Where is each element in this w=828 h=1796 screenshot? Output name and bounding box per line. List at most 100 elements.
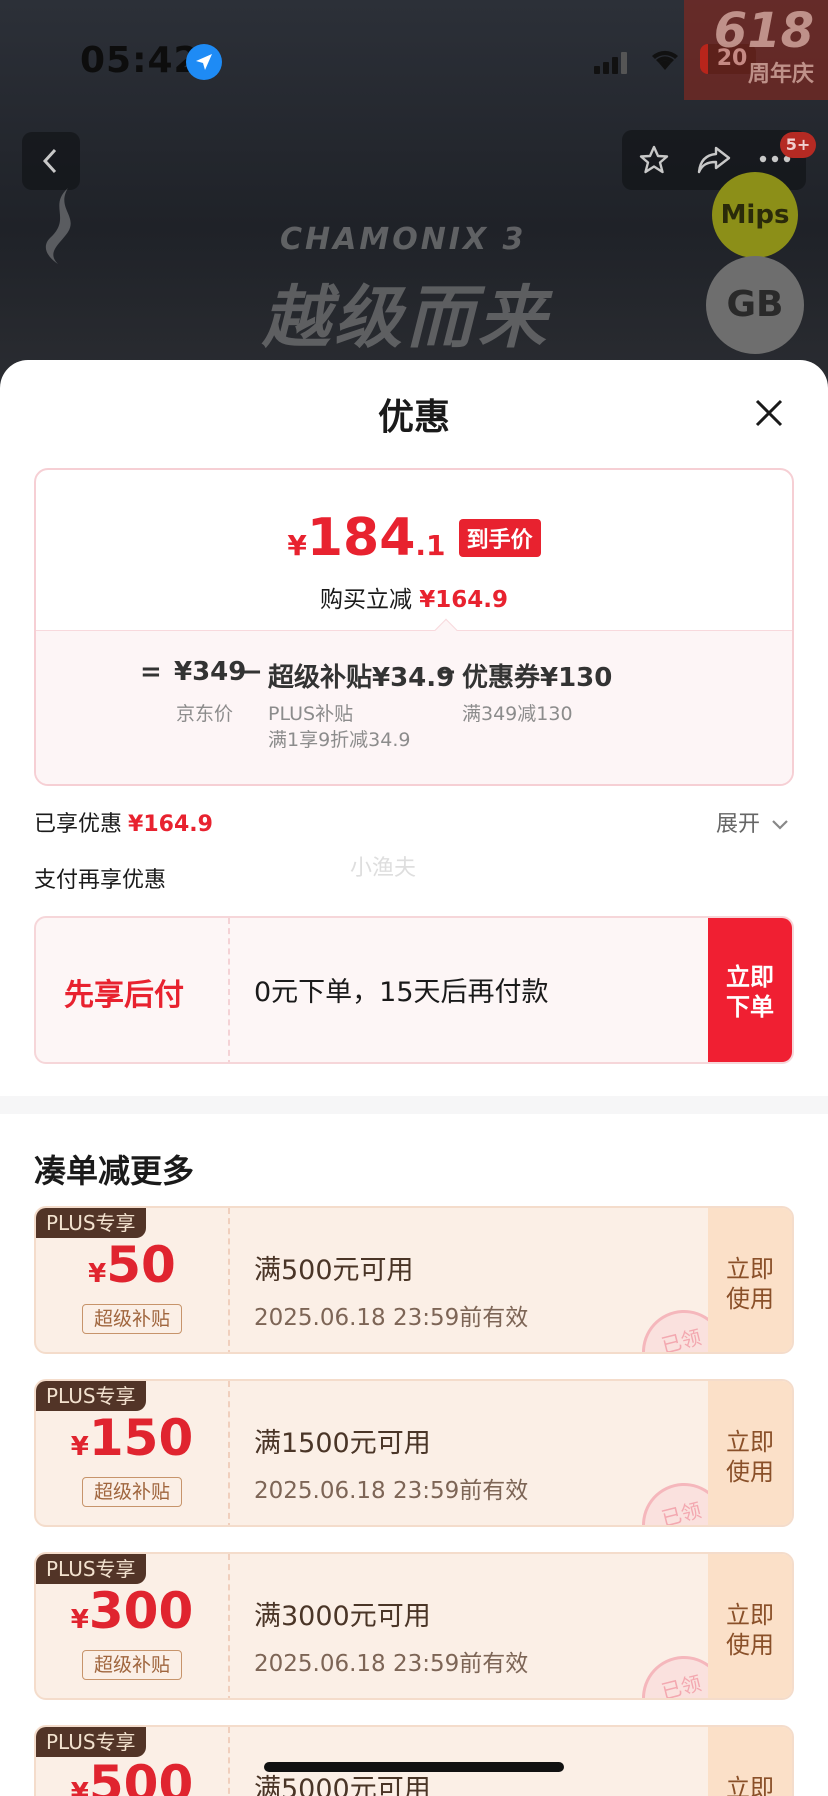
use-now-button[interactable]: 立即	[708, 1727, 792, 1796]
coupon-amount-value: 300	[88, 1582, 194, 1640]
coupon-validity: 2025.06.18 23:59前有效	[254, 1305, 529, 1331]
plus-badge: PLUS专享	[36, 1381, 146, 1411]
coupon-amount: ¥50	[36, 1236, 228, 1294]
promo-subtitle: CHAMONIX 3	[280, 222, 527, 257]
instant-reduce-row: 购买立减 ¥164.9	[36, 580, 792, 614]
plus-badge: PLUS专享	[36, 1554, 146, 1584]
final-price: ¥184.1	[287, 508, 445, 568]
final-price-tag: 到手价	[458, 519, 541, 557]
final-price-decimal: .1	[415, 529, 446, 562]
discount-sheet: 优惠 ¥184.1 到手价 购买立减 ¥164.9 = ¥349 京东价 − 超…	[0, 360, 828, 1796]
order-now-label-line2: 下单	[726, 993, 774, 1021]
status-time: 05:42	[80, 40, 200, 81]
expand-toggle[interactable]: 展开	[716, 806, 789, 838]
coupon-card: PLUS专享 ¥50 超级补贴 满500元可用 2025.06.18 23:59…	[34, 1206, 794, 1354]
mips-tag: Mips	[712, 172, 798, 258]
order-now-label-line1: 立即	[726, 963, 774, 991]
coupon-amount: ¥500	[36, 1755, 228, 1796]
jd-price: ¥349	[174, 657, 247, 687]
use-now-label-line1: 立即	[726, 1428, 774, 1456]
back-chevron-icon	[42, 148, 57, 174]
enjoyed-value: ¥164.9	[128, 812, 213, 837]
section-title: 凑单减更多	[34, 1152, 195, 1190]
message-badge: 5+	[780, 132, 816, 158]
use-now-label-line2: 使用	[726, 1458, 774, 1486]
coupon-card: PLUS专享 ¥500 满5000元可用 立即	[34, 1725, 794, 1796]
sheet-title: 优惠	[377, 397, 450, 438]
price-breakdown: = ¥349 京东价 − 超级补贴¥34.9 PLUS补贴 满1享9折减34.9…	[36, 630, 792, 784]
coupon-currency: ¥	[70, 1778, 89, 1796]
use-now-label-line2: 使用	[726, 1285, 774, 1313]
use-now-label-line1: 立即	[726, 1601, 774, 1629]
coupon-rule: 满349减130	[462, 703, 573, 725]
use-now-button[interactable]: 立即 使用	[708, 1554, 792, 1698]
instant-reduce-value: ¥164.9	[419, 587, 509, 613]
final-price-row: ¥184.1 到手价	[36, 508, 792, 568]
coupon-condition: 满500元可用	[254, 1255, 414, 1286]
divider	[228, 1381, 230, 1525]
super-subsidy: 超级补贴¥34.9	[268, 663, 455, 693]
enjoyed-label: 已享优惠	[34, 812, 123, 837]
coupon-discount: 优惠券¥130	[462, 663, 613, 693]
use-now-label-line1: 立即	[726, 1774, 774, 1796]
use-now-label-line2: 使用	[726, 1631, 774, 1659]
coupon-card: PLUS专享 ¥150 超级补贴 满1500元可用 2025.06.18 23:…	[34, 1379, 794, 1527]
final-price-currency: ¥	[287, 529, 307, 562]
plus-badge: PLUS专享	[36, 1727, 146, 1757]
expand-label: 展开	[716, 812, 761, 837]
coupon-currency: ¥	[88, 1259, 107, 1289]
order-now-button[interactable]: 立即 下单	[708, 918, 792, 1062]
section-gap	[0, 1096, 828, 1114]
coupon-condition: 满1500元可用	[254, 1428, 431, 1459]
coupon-amount-value: 50	[106, 1236, 176, 1294]
bnpl-title: 先享后付	[64, 978, 184, 1013]
watermark: 小渔夫	[350, 856, 417, 881]
final-price-integer: 184	[306, 508, 416, 568]
anniversary-badge: 618 周年庆	[684, 0, 828, 100]
coupon-card: PLUS专享 ¥300 超级补贴 满3000元可用 2025.06.18 23:…	[34, 1552, 794, 1700]
location-arrow-icon	[186, 44, 222, 80]
divider	[228, 918, 230, 1062]
coupon-amount: ¥150	[36, 1409, 228, 1467]
super-subsidy-tag: 超级补贴	[82, 1477, 182, 1507]
coupon-condition: 满3000元可用	[254, 1601, 431, 1632]
chevron-down-icon	[772, 820, 788, 830]
gb-tag: GB	[706, 256, 804, 354]
pay-more-label: 支付再享优惠	[34, 868, 167, 893]
signal-icon	[594, 52, 630, 74]
share-icon[interactable]	[696, 144, 732, 176]
divider	[228, 1554, 230, 1698]
super-subsidy-tag: 超级补贴	[82, 1650, 182, 1680]
anniversary-text: 周年庆	[747, 62, 814, 87]
wifi-icon	[648, 46, 682, 76]
divider	[228, 1727, 230, 1796]
anniversary-number: 618	[713, 3, 814, 59]
use-now-button[interactable]: 立即 使用	[708, 1381, 792, 1525]
coupon-currency: ¥	[70, 1605, 89, 1635]
plus-subsidy-label: PLUS补贴	[268, 703, 354, 725]
equals-sign: =	[140, 657, 162, 687]
use-now-button[interactable]: 立即 使用	[708, 1208, 792, 1352]
instant-reduce-label: 购买立减	[319, 587, 412, 613]
promo-title: 越级而来	[262, 279, 551, 358]
star-icon[interactable]	[638, 144, 670, 176]
brand-logo	[38, 186, 82, 283]
coupon-amount: ¥300	[36, 1582, 228, 1640]
plus-badge: PLUS专享	[36, 1208, 146, 1238]
coupon-validity: 2025.06.18 23:59前有效	[254, 1651, 529, 1677]
super-subsidy-tag: 超级补贴	[82, 1304, 182, 1334]
bnpl-description: 0元下单，15天后再付款	[254, 977, 549, 1008]
jd-price-label: 京东价	[176, 703, 234, 725]
coupon-amount-value: 150	[88, 1409, 194, 1467]
coupon-amount-value: 500	[88, 1755, 194, 1796]
divider	[228, 1208, 230, 1352]
back-button[interactable]	[22, 132, 80, 190]
home-indicator[interactable]	[264, 1762, 564, 1772]
use-now-label-line1: 立即	[726, 1255, 774, 1283]
coupon-currency: ¥	[70, 1432, 89, 1462]
bnpl-card: 先享后付 0元下单，15天后再付款 立即 下单	[34, 916, 794, 1064]
coupon-validity: 2025.06.18 23:59前有效	[254, 1478, 529, 1504]
close-icon[interactable]	[754, 398, 784, 428]
price-summary-card: ¥184.1 到手价 购买立减 ¥164.9 = ¥349 京东价 − 超级补贴…	[34, 468, 794, 786]
enjoyed-discount: 已享优惠 ¥164.9	[34, 806, 213, 838]
